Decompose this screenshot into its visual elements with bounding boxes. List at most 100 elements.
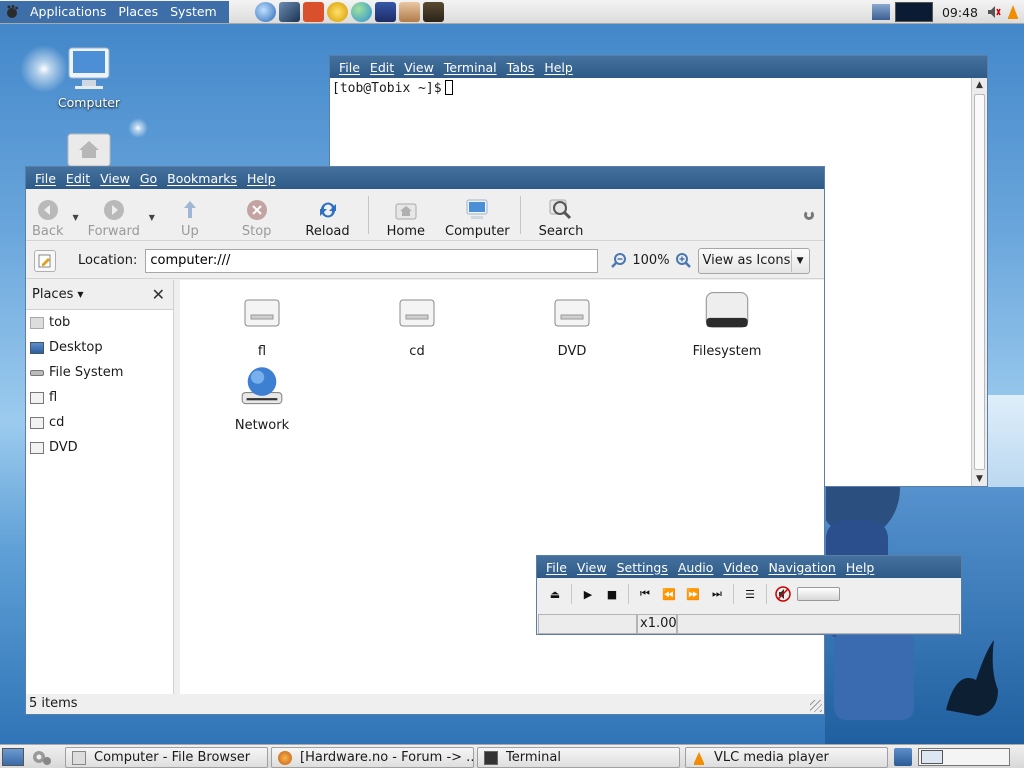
resize-grip-icon[interactable] (810, 700, 822, 712)
back-button[interactable]: Back (26, 191, 70, 239)
terminal-menu-help[interactable]: Help (539, 60, 578, 75)
web-browser-launcher-icon[interactable] (254, 1, 276, 22)
editor-launcher-icon[interactable] (422, 1, 444, 22)
terminal-menu-terminal[interactable]: Terminal (439, 60, 502, 75)
stop-button[interactable]: Stop (222, 191, 292, 239)
file-item-cd[interactable]: cd (367, 294, 467, 359)
fb-menu-file[interactable]: File (30, 171, 61, 186)
terminal-menu-edit[interactable]: Edit (365, 60, 399, 75)
scroll-up-icon[interactable]: ▲ (972, 78, 987, 92)
vlc-menu-audio[interactable]: Audio (673, 560, 719, 575)
task-terminal[interactable]: Terminal (477, 747, 680, 768)
vlc-menu-video[interactable]: Video (718, 560, 763, 575)
task-vlc[interactable]: VLC media player (685, 747, 888, 768)
location-toggle-button[interactable] (34, 249, 56, 272)
fb-menu-edit[interactable]: Edit (61, 171, 95, 186)
file-item-dvd[interactable]: DVD (522, 294, 622, 359)
up-button[interactable]: Up (158, 191, 222, 239)
playlist-icon[interactable]: ☰ (738, 583, 762, 605)
gnome-foot-icon[interactable] (0, 1, 24, 23)
forward-history-chevron-icon[interactable]: ▼ (146, 213, 158, 222)
clock[interactable]: 09:48 (938, 5, 982, 20)
file-item-network[interactable]: Network (212, 364, 312, 433)
volume-muted-icon[interactable] (987, 4, 1001, 20)
place-cd[interactable]: cd (26, 410, 173, 435)
fb-menu-bookmarks[interactable]: Bookmarks (162, 171, 242, 186)
desktop-icon-label: Computer (57, 95, 121, 110)
place-fl[interactable]: fl (26, 385, 173, 410)
zoom-level[interactable]: 100% (632, 253, 669, 268)
terminal-launcher-icon[interactable] (278, 1, 300, 22)
place-tob[interactable]: tob (26, 310, 173, 335)
desktop-icon-computer[interactable]: Computer (49, 46, 129, 110)
forward-button[interactable]: Forward (82, 191, 146, 239)
side-pane-title[interactable]: Places (32, 287, 73, 302)
file-item-fl[interactable]: fl (212, 294, 312, 359)
computer-button[interactable]: Computer (439, 191, 516, 239)
wizard-launcher-icon[interactable] (374, 1, 396, 22)
volume-muted-icon[interactable] (771, 583, 795, 605)
fb-menu-help[interactable]: Help (242, 171, 281, 186)
places-menu[interactable]: Places (112, 1, 164, 23)
view-mode-select[interactable]: View as Icons ▼ (697, 247, 810, 274)
rabbit-launcher-icon[interactable] (398, 1, 420, 22)
workspace-active[interactable] (921, 750, 943, 764)
fb-menu-go[interactable]: Go (135, 171, 162, 186)
stop-icon[interactable]: ■ (600, 583, 624, 605)
fb-menu-view[interactable]: View (95, 171, 135, 186)
chevron-down-icon[interactable]: ▼ (77, 290, 83, 299)
terminal-scroll-thumb[interactable] (974, 94, 985, 470)
rewind-icon[interactable]: ⏪ (657, 583, 681, 605)
messenger-launcher-icon[interactable] (350, 1, 372, 22)
vlc-window[interactable]: File View Settings Audio Video Navigatio… (536, 555, 962, 635)
image-editor-launcher-icon[interactable] (302, 1, 324, 22)
applications-menu[interactable]: Applications (24, 1, 112, 23)
volume-slider[interactable] (797, 587, 840, 601)
place-dvd[interactable]: DVD (26, 435, 173, 460)
vlc-tray-icon[interactable] (1006, 4, 1020, 20)
place-desktop[interactable]: Desktop (26, 335, 173, 360)
terminal-menu-file[interactable]: File (334, 60, 365, 75)
home-button[interactable]: Home (373, 191, 439, 239)
vlc-menu-file[interactable]: File (541, 560, 572, 575)
terminal-menu-view[interactable]: View (399, 60, 439, 75)
throbber-icon (804, 209, 814, 220)
file-item-filesystem[interactable]: Filesystem (677, 288, 777, 359)
next-icon[interactable]: ⏭ (705, 583, 729, 605)
back-history-chevron-icon[interactable]: ▼ (70, 213, 82, 222)
settings-gear-icon[interactable] (30, 748, 52, 766)
playback-speed[interactable]: x1.00 (637, 613, 677, 634)
scroll-down-icon[interactable]: ▼ (972, 472, 987, 486)
task-label: VLC media player (714, 750, 829, 765)
vlc-menu-help[interactable]: Help (841, 560, 880, 575)
terminal-menu-tabs[interactable]: Tabs (502, 60, 540, 75)
zoom-out-icon[interactable] (610, 252, 628, 270)
vlc-menu-settings[interactable]: Settings (612, 560, 673, 575)
system-menu[interactable]: System (164, 1, 223, 23)
zoom-in-icon[interactable] (674, 252, 692, 270)
search-button[interactable]: Search (525, 191, 598, 239)
play-icon[interactable]: ▶ (576, 583, 600, 605)
location-input[interactable] (145, 248, 599, 273)
vlc-menu-navigation[interactable]: Navigation (763, 560, 840, 575)
reload-button[interactable]: Reload (291, 191, 363, 239)
desktop-icon-home[interactable] (49, 132, 129, 169)
vlc-menu-view[interactable]: View (572, 560, 612, 575)
terminal-scrollbar[interactable]: ▲ ▼ (971, 78, 987, 486)
top-panel: Applications Places System 09:48 (0, 0, 1024, 24)
workspace-switcher[interactable] (918, 748, 1010, 766)
show-desktop-icon[interactable] (2, 748, 24, 766)
eject-icon[interactable]: ⏏ (543, 583, 567, 605)
fast-forward-icon[interactable]: ⏩ (681, 583, 705, 605)
close-icon[interactable]: ✕ (152, 285, 165, 304)
cpu-graph-icon[interactable] (894, 2, 933, 22)
vlc-controls: ⏏ ▶ ■ ⏮ ⏪ ⏩ ⏭ ☰ (537, 578, 961, 610)
place-file-system[interactable]: File System (26, 360, 173, 385)
trash-icon[interactable] (894, 748, 912, 766)
task-web-browser[interactable]: [Hardware.no - Forum -> ... (271, 747, 474, 768)
task-file-browser[interactable]: Computer - File Browser (65, 747, 268, 768)
media-launcher-icon[interactable] (326, 1, 348, 22)
network-monitor-icon[interactable] (871, 4, 890, 20)
search-label: Search (538, 223, 584, 239)
previous-icon[interactable]: ⏮ (633, 583, 657, 605)
